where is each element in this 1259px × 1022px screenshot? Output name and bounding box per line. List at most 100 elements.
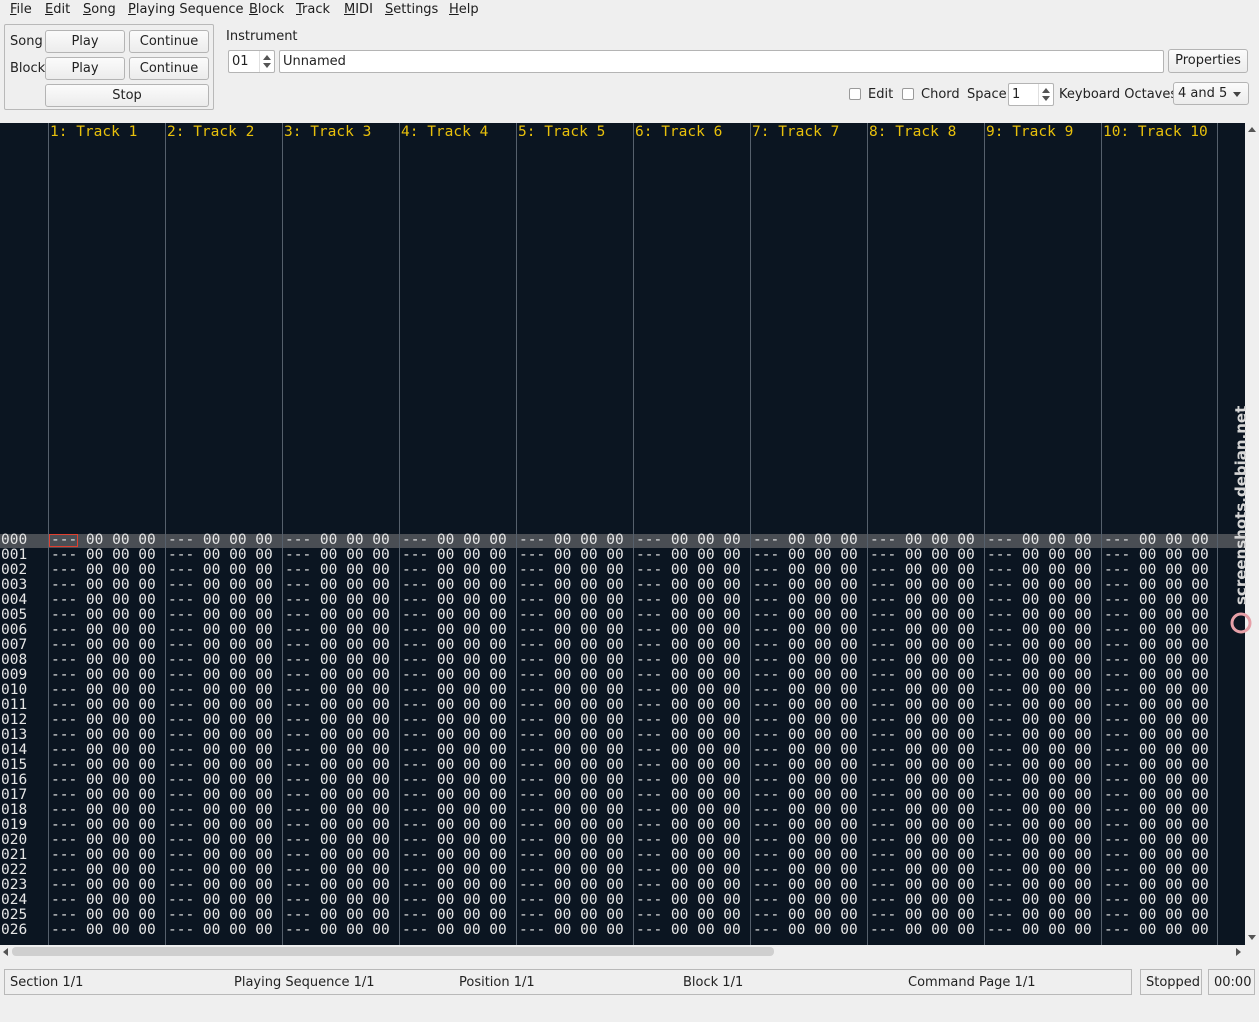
note-cell[interactable]: --- 00 00 00	[51, 833, 156, 848]
note-cell[interactable]: --- 00 00 00	[285, 728, 390, 743]
note-cell[interactable]: --- 00 00 00	[753, 893, 858, 908]
note-cell[interactable]: --- 00 00 00	[519, 833, 624, 848]
note-cell[interactable]: --- 00 00 00	[1104, 713, 1209, 728]
note-cell[interactable]: --- 00 00 00	[870, 623, 975, 638]
note-cell[interactable]: --- 00 00 00	[636, 563, 741, 578]
note-cell[interactable]: --- 00 00 00	[402, 893, 507, 908]
track-header-2[interactable]: 2: Track 2	[167, 123, 254, 141]
note-cell[interactable]: --- 00 00 00	[753, 833, 858, 848]
note-cell[interactable]: --- 00 00 00	[51, 713, 156, 728]
horizontal-scroll-thumb[interactable]	[12, 947, 774, 956]
note-cell[interactable]: --- 00 00 00	[870, 713, 975, 728]
note-cell[interactable]: --- 00 00 00	[51, 668, 156, 683]
note-cell[interactable]: --- 00 00 00	[285, 623, 390, 638]
note-cell[interactable]: --- 00 00 00	[519, 668, 624, 683]
horizontal-scrollbar[interactable]	[0, 945, 1245, 959]
note-cell[interactable]: --- 00 00 00	[519, 818, 624, 833]
track-header-7[interactable]: 7: Track 7	[752, 123, 839, 141]
note-cell[interactable]: --- 00 00 00	[168, 653, 273, 668]
note-cell[interactable]: --- 00 00 00	[519, 698, 624, 713]
note-cell[interactable]: --- 00 00 00	[870, 683, 975, 698]
note-cell[interactable]: --- 00 00 00	[51, 863, 156, 878]
note-cell[interactable]: --- 00 00 00	[1104, 548, 1209, 563]
note-cell[interactable]: --- 00 00 00	[519, 683, 624, 698]
note-cell[interactable]: --- 00 00 00	[285, 578, 390, 593]
note-cell[interactable]: --- 00 00 00	[285, 788, 390, 803]
note-cell[interactable]: --- 00 00 00	[870, 818, 975, 833]
chord-checkbox[interactable]	[902, 88, 914, 100]
track-header-3[interactable]: 3: Track 3	[284, 123, 371, 141]
song-play-button[interactable]: Play	[45, 30, 125, 53]
note-cell[interactable]: --- 00 00 00	[987, 863, 1092, 878]
block-continue-button[interactable]: Continue	[129, 57, 209, 80]
note-cell[interactable]: --- 00 00 00	[987, 653, 1092, 668]
note-cell[interactable]: --- 00 00 00	[987, 728, 1092, 743]
note-cell[interactable]: --- 00 00 00	[168, 758, 273, 773]
menu-file[interactable]: File	[10, 2, 32, 18]
keyboard-octaves-select[interactable]: 4 and 5	[1173, 82, 1249, 105]
note-cell[interactable]: --- 00 00 00	[636, 638, 741, 653]
note-cell[interactable]: --- 00 00 00	[870, 758, 975, 773]
note-cell[interactable]: --- 00 00 00	[753, 638, 858, 653]
note-cell[interactable]: --- 00 00 00	[870, 728, 975, 743]
note-cell[interactable]: --- 00 00 00	[285, 713, 390, 728]
note-cell[interactable]: --- 00 00 00	[753, 758, 858, 773]
note-cell[interactable]: --- 00 00 00	[636, 863, 741, 878]
note-cell[interactable]: --- 00 00 00	[753, 848, 858, 863]
note-cell[interactable]: --- 00 00 00	[987, 713, 1092, 728]
note-cell[interactable]: --- 00 00 00	[753, 698, 858, 713]
note-cell[interactable]: --- 00 00 00	[285, 533, 390, 548]
scroll-down-icon[interactable]	[1248, 935, 1256, 940]
note-cell[interactable]: --- 00 00 00	[870, 773, 975, 788]
note-cell[interactable]: --- 00 00 00	[753, 563, 858, 578]
note-cell[interactable]: --- 00 00 00	[870, 563, 975, 578]
note-cell[interactable]: --- 00 00 00	[636, 878, 741, 893]
note-cell[interactable]: --- 00 00 00	[1104, 593, 1209, 608]
note-cell[interactable]: --- 00 00 00	[870, 893, 975, 908]
song-continue-button[interactable]: Continue	[129, 30, 209, 53]
note-cell[interactable]: --- 00 00 00	[636, 578, 741, 593]
tracker-grid[interactable]: 1: Track 1 2: Track 2 3: Track 3 4: Track 4…	[0, 123, 1245, 945]
note-cell[interactable]: --- 00 00 00	[636, 908, 741, 923]
note-cell[interactable]: --- 00 00 00	[168, 863, 273, 878]
space-spinbox[interactable]: 1	[1008, 83, 1054, 106]
note-cell[interactable]: --- 00 00 00	[51, 608, 156, 623]
note-cell[interactable]: --- 00 00 00	[870, 923, 975, 938]
block-play-button[interactable]: Play	[45, 57, 125, 80]
note-cell[interactable]: --- 00 00 00	[168, 743, 273, 758]
note-cell[interactable]: --- 00 00 00	[753, 608, 858, 623]
menu-playing-sequence[interactable]: Playing Sequence	[128, 2, 243, 18]
note-cell[interactable]: --- 00 00 00	[870, 743, 975, 758]
note-cell[interactable]: --- 00 00 00	[402, 848, 507, 863]
note-cell[interactable]: --- 00 00 00	[753, 653, 858, 668]
note-cell[interactable]: --- 00 00 00	[519, 788, 624, 803]
note-cell[interactable]: --- 00 00 00	[285, 698, 390, 713]
note-cell[interactable]: --- 00 00 00	[519, 863, 624, 878]
note-cell[interactable]: --- 00 00 00	[987, 563, 1092, 578]
note-cell[interactable]: --- 00 00 00	[753, 728, 858, 743]
note-cell[interactable]: --- 00 00 00	[519, 773, 624, 788]
note-cell[interactable]: --- 00 00 00	[753, 818, 858, 833]
note-cell[interactable]: --- 00 00 00	[753, 743, 858, 758]
note-cell[interactable]: --- 00 00 00	[870, 698, 975, 713]
note-cell[interactable]: --- 00 00 00	[987, 788, 1092, 803]
note-cell[interactable]: --- 00 00 00	[1104, 623, 1209, 638]
note-cell[interactable]: --- 00 00 00	[285, 818, 390, 833]
note-cell[interactable]: --- 00 00 00	[1104, 893, 1209, 908]
note-cell[interactable]: --- 00 00 00	[987, 638, 1092, 653]
note-cell[interactable]: --- 00 00 00	[285, 563, 390, 578]
note-cell[interactable]: --- 00 00 00	[285, 548, 390, 563]
note-cell[interactable]: --- 00 00 00	[519, 893, 624, 908]
note-cell[interactable]: --- 00 00 00	[636, 893, 741, 908]
note-cell[interactable]: --- 00 00 00	[1104, 788, 1209, 803]
note-cell[interactable]: --- 00 00 00	[636, 758, 741, 773]
note-cell[interactable]: --- 00 00 00	[1104, 653, 1209, 668]
note-cell[interactable]: --- 00 00 00	[168, 638, 273, 653]
note-cell[interactable]: --- 00 00 00	[402, 698, 507, 713]
note-cell[interactable]: --- 00 00 00	[870, 608, 975, 623]
note-cell[interactable]: --- 00 00 00	[636, 818, 741, 833]
note-cell[interactable]: --- 00 00 00	[168, 593, 273, 608]
note-cell[interactable]: --- 00 00 00	[402, 908, 507, 923]
note-cell[interactable]: --- 00 00 00	[987, 743, 1092, 758]
note-cell[interactable]: --- 00 00 00	[51, 698, 156, 713]
